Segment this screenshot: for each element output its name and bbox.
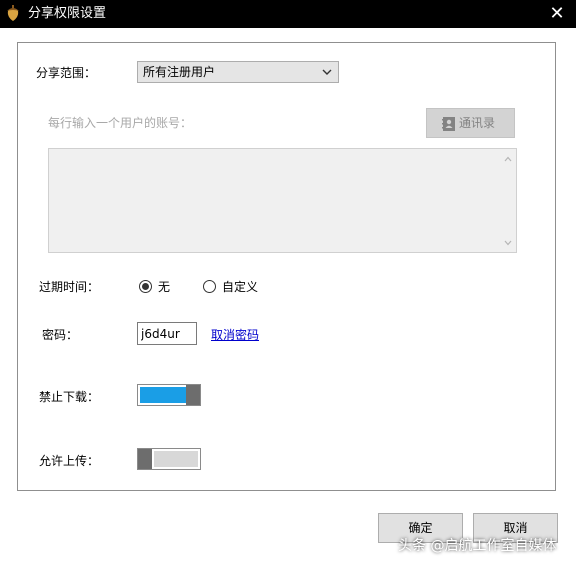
share-scope-select[interactable]: 所有注册用户 (137, 61, 339, 83)
scroll-up-icon[interactable] (504, 155, 512, 163)
accounts-hint: 每行输入一个用户的账号： (48, 116, 193, 130)
contacts-button-label: 通讯录 (459, 116, 496, 130)
title-bar: 分享权限设置 ✕ (0, 0, 576, 28)
disable-download-toggle[interactable] (137, 384, 201, 406)
contacts-book-icon (442, 117, 455, 131)
scroll-down-icon[interactable] (504, 239, 512, 247)
password-input[interactable] (137, 322, 197, 345)
acorn-icon (7, 5, 19, 21)
allow-upload-toggle[interactable] (137, 448, 201, 470)
cancel-password-link[interactable]: 取消密码 (211, 327, 259, 343)
share-scope-label: 分享范围： (36, 66, 97, 80)
contacts-button[interactable]: 通讯录 (426, 108, 515, 138)
toggle-track-on (140, 387, 186, 403)
window-title: 分享权限设置 (28, 6, 107, 21)
toggle-track-off (154, 451, 198, 467)
allow-upload-label: 允许上传： (39, 454, 100, 468)
expiry-none-label[interactable]: 无 (158, 279, 170, 295)
chevron-down-icon (322, 69, 332, 75)
expiry-custom-radio[interactable] (203, 280, 216, 293)
toggle-knob[interactable] (138, 449, 152, 469)
share-scope-value: 所有注册用户 (143, 65, 216, 79)
expiry-custom-label[interactable]: 自定义 (222, 279, 258, 295)
expiry-label: 过期时间： (39, 280, 100, 294)
radio-selected-dot (142, 283, 149, 290)
textarea-scrollbar[interactable] (500, 149, 516, 252)
watermark: 头条 @启航工作室自媒体 (398, 538, 557, 554)
toggle-knob[interactable] (186, 385, 200, 405)
disable-download-label: 禁止下载： (39, 390, 100, 404)
expiry-none-radio[interactable] (139, 280, 152, 293)
accounts-textarea[interactable] (48, 148, 517, 253)
password-label: 密码： (42, 328, 79, 342)
close-icon[interactable]: ✕ (549, 3, 564, 24)
close-button[interactable]: ✕ (546, 4, 568, 24)
